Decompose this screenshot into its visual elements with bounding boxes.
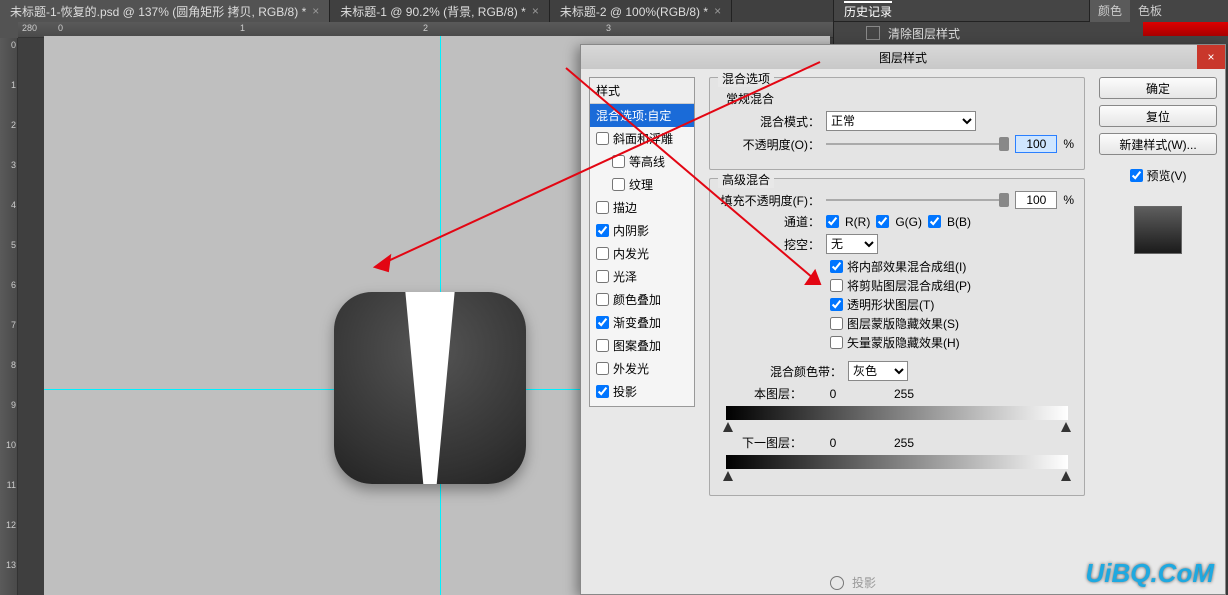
range-max: 255: [864, 436, 944, 450]
percent-label: %: [1063, 193, 1074, 207]
layer-mask-hides-label: 图层蒙版隐藏效果(S): [847, 315, 959, 332]
opacity-input[interactable]: [1015, 135, 1057, 153]
blend-if-select[interactable]: 灰色: [848, 361, 908, 381]
ruler-tick: 6: [2, 280, 16, 290]
doc-tab-1-label: 未标题-1-恢复的.psd @ 137% (圆角矩形 拷贝, RGB/8) *: [10, 3, 306, 20]
history-item-icon: [866, 26, 880, 40]
channel-g-label: G(G): [895, 215, 922, 229]
doc-tab-2[interactable]: 未标题-1 @ 90.2% (背景, RGB/8) * ×: [330, 0, 550, 22]
cancel-button[interactable]: 复位: [1099, 105, 1217, 127]
doc-tab-3-label: 未标题-2 @ 100%(RGB/8) *: [560, 3, 708, 20]
ruler-tick: 2: [423, 23, 428, 33]
panel-tab-swatches[interactable]: 色板: [1130, 0, 1170, 22]
layer-mask-hides-checkbox[interactable]: [830, 317, 843, 330]
close-icon[interactable]: ×: [532, 4, 539, 18]
vector-mask-hides-label: 矢量蒙版隐藏效果(H): [847, 334, 960, 351]
fill-opacity-input[interactable]: [1015, 191, 1057, 209]
transparency-shapes-label: 透明形状图层(T): [847, 296, 934, 313]
this-layer-gradient[interactable]: [726, 406, 1068, 420]
close-icon[interactable]: ×: [714, 4, 721, 18]
ruler-tick: 12: [2, 520, 16, 530]
this-layer-label: 本图层：: [720, 385, 802, 402]
channel-b-checkbox[interactable]: [928, 215, 941, 228]
opacity-slider[interactable]: [826, 137, 1009, 151]
blend-if-label: 混合颜色带：: [770, 363, 842, 380]
color-strip[interactable]: [1143, 22, 1228, 36]
fill-opacity-slider[interactable]: [826, 193, 1009, 207]
doc-tab-3[interactable]: 未标题-2 @ 100%(RGB/8) * ×: [550, 0, 732, 22]
range-min: 0: [808, 436, 858, 450]
under-layer-label: 下一图层：: [720, 434, 802, 451]
under-layer-gradient[interactable]: [726, 455, 1068, 469]
effect-label: 投影: [852, 574, 876, 591]
ruler-tick: 4: [2, 200, 16, 210]
ruler-vertical[interactable]: 0 1 2 3 4 5 6 7 8 9 10 11 12 13: [0, 38, 18, 595]
color-panel-tabs: 颜色 色板: [1089, 0, 1228, 22]
ruler-tick: 10: [2, 440, 16, 450]
annotation-arrow-2: [560, 60, 850, 300]
close-button[interactable]: ×: [1197, 45, 1225, 69]
ruler-tick: 8: [2, 360, 16, 370]
style-outer-glow[interactable]: 外发光: [590, 357, 694, 380]
outer-glow-checkbox[interactable]: [596, 362, 609, 375]
ruler-tick: 280: [22, 23, 37, 33]
visibility-icon[interactable]: [830, 576, 844, 590]
close-icon[interactable]: ×: [312, 4, 319, 18]
ruler-tick: 7: [2, 320, 16, 330]
new-style-button[interactable]: 新建样式(W)...: [1099, 133, 1217, 155]
ruler-tick: 1: [240, 23, 245, 33]
percent-label: %: [1063, 137, 1074, 151]
dialog-title: 图层样式: [879, 49, 927, 66]
panel-tab-history[interactable]: 历史记录: [844, 1, 892, 20]
doc-tab-2-label: 未标题-1 @ 90.2% (背景, RGB/8) *: [340, 3, 526, 20]
preview-swatch: [1134, 206, 1182, 254]
panel-tab-color[interactable]: 颜色: [1090, 0, 1130, 22]
watermark: UiBQ.CoM: [1085, 558, 1214, 589]
ruler-tick: 3: [606, 23, 611, 33]
ruler-tick: 0: [2, 40, 16, 50]
ok-button[interactable]: 确定: [1099, 77, 1217, 99]
channel-b-label: B(B): [947, 215, 971, 229]
range-min: 0: [808, 387, 858, 401]
vector-mask-hides-checkbox[interactable]: [830, 336, 843, 349]
pattern-overlay-checkbox[interactable]: [596, 339, 609, 352]
style-drop-shadow[interactable]: 投影: [590, 380, 694, 403]
ruler-tick: 13: [2, 560, 16, 570]
ruler-tick: 9: [2, 400, 16, 410]
dialog-buttons: 确定 复位 新建样式(W)... 预览(V): [1099, 77, 1217, 586]
ruler-tick: 11: [2, 480, 16, 490]
range-max: 255: [864, 387, 944, 401]
ruler-tick: 1: [2, 80, 16, 90]
history-item[interactable]: 清除图层样式: [888, 25, 960, 42]
blend-clipped-label: 将剪贴图层混合成组(P): [847, 277, 971, 294]
preview-checkbox[interactable]: [1130, 169, 1143, 182]
channel-g-checkbox[interactable]: [876, 215, 889, 228]
doc-tab-1[interactable]: 未标题-1-恢复的.psd @ 137% (圆角矩形 拷贝, RGB/8) * ×: [0, 0, 330, 22]
ruler-tick: 3: [2, 160, 16, 170]
ruler-tick: 0: [58, 23, 63, 33]
style-pattern-overlay[interactable]: 图案叠加: [590, 334, 694, 357]
layers-item[interactable]: 投影: [830, 574, 876, 591]
ruler-tick: 5: [2, 240, 16, 250]
drop-shadow-checkbox[interactable]: [596, 385, 609, 398]
ruler-tick: 2: [2, 120, 16, 130]
close-icon: ×: [1207, 50, 1214, 64]
preview-label: 预览(V): [1147, 167, 1187, 184]
blend-interior-label: 将内部效果混合成组(I): [847, 258, 966, 275]
